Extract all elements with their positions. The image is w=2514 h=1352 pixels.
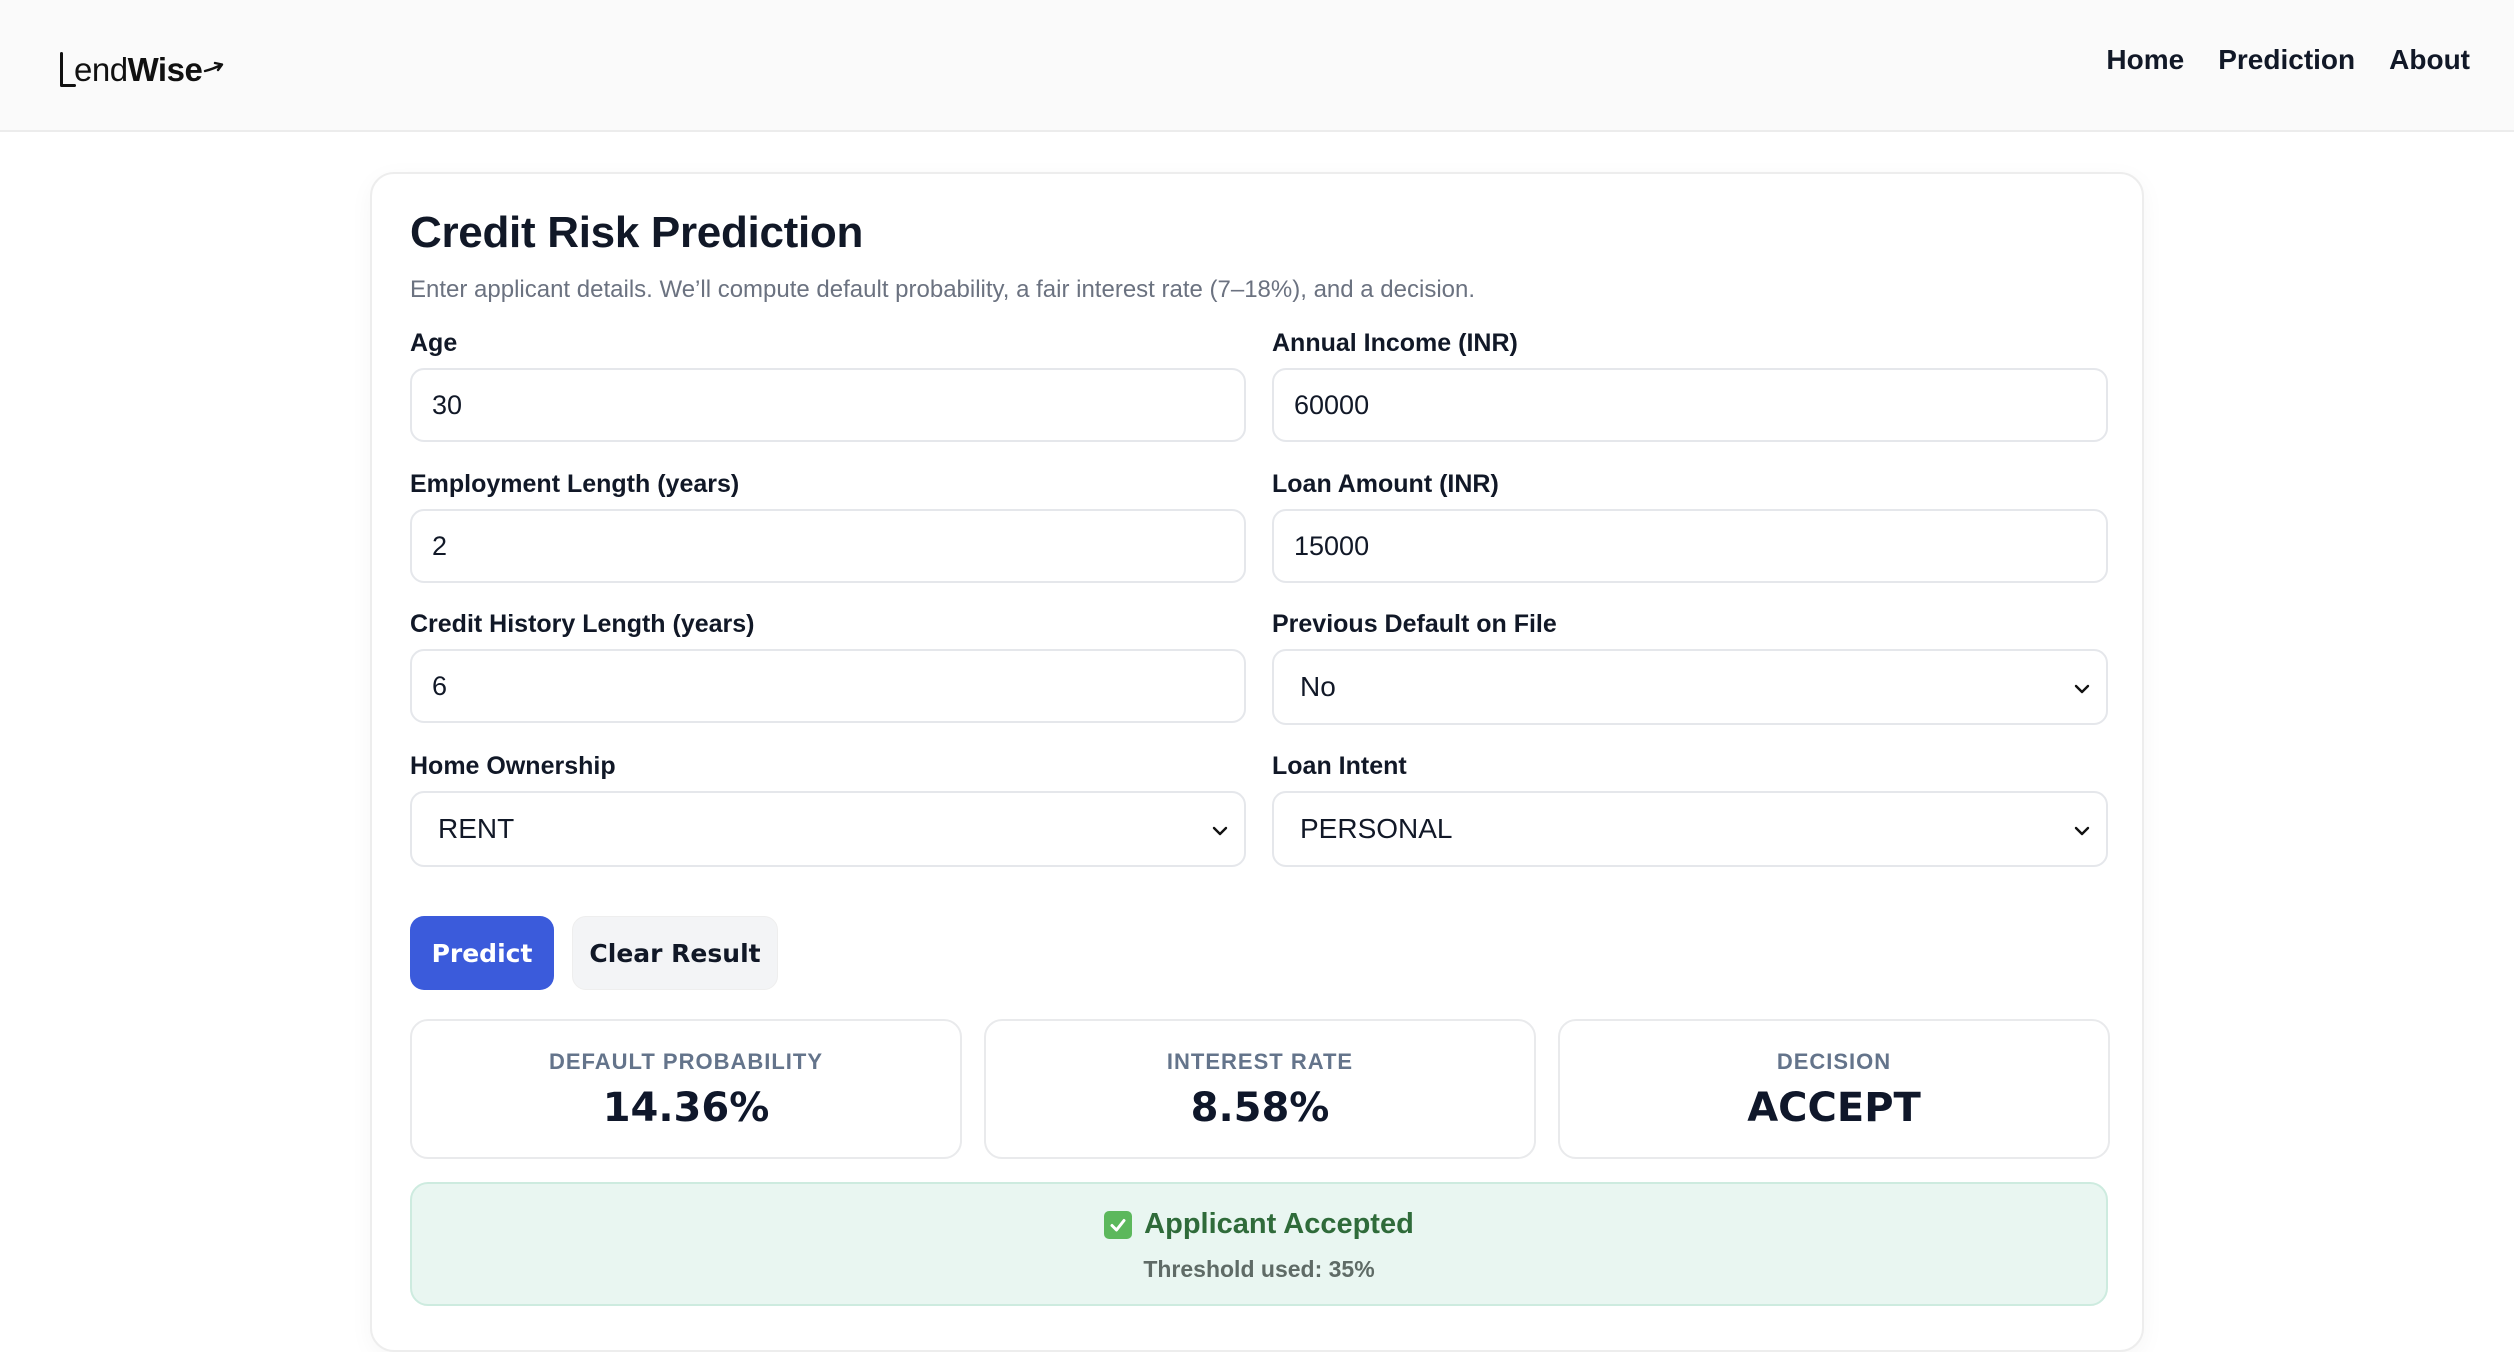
main-nav: Home Prediction About bbox=[2106, 44, 2470, 76]
default-probability-label: DEFAULT PROBABILITY bbox=[548, 1049, 824, 1074]
loan-amount-value: 15000 bbox=[1294, 530, 1370, 561]
employment-length-input[interactable]: 2 bbox=[410, 509, 1246, 583]
age-value: 30 bbox=[432, 389, 463, 420]
annual-income-field-group: Annual Income (INR) 60000 bbox=[1272, 328, 2108, 442]
decision-label: DECISION bbox=[1776, 1049, 1892, 1074]
home-ownership-field-group: Home Ownership RENT bbox=[410, 751, 1246, 867]
nav-home[interactable]: Home bbox=[2106, 44, 2184, 76]
threshold-text: Threshold used: 35% bbox=[1143, 1256, 1375, 1282]
interest-rate-label: INTEREST RATE bbox=[1166, 1049, 1354, 1074]
credit-history-input[interactable]: 6 bbox=[410, 649, 1246, 723]
lendwise-logo-icon bbox=[56, 50, 76, 90]
age-input[interactable]: 30 bbox=[410, 368, 1246, 442]
decision-banner: Applicant Accepted Threshold used: 35% bbox=[410, 1182, 2108, 1306]
age-label: Age bbox=[410, 329, 458, 357]
prediction-card: Credit Risk Prediction Enter applicant d… bbox=[370, 172, 2144, 1352]
decision-value: ACCEPT bbox=[1747, 1085, 1921, 1131]
employment-length-field-group: Employment Length (years) 2 bbox=[410, 469, 1246, 583]
interest-rate-card: INTEREST RATE 8.58% bbox=[984, 1019, 1536, 1159]
decision-banner-heading: Applicant Accepted bbox=[412, 1208, 2106, 1241]
default-probability-value: 14.36% bbox=[602, 1085, 770, 1131]
chevron-down-icon bbox=[2074, 826, 2090, 836]
check-icon bbox=[1104, 1210, 1133, 1239]
brand-prefix: end bbox=[74, 51, 128, 88]
previous-default-value: No bbox=[1300, 671, 1336, 702]
annual-income-input[interactable]: 60000 bbox=[1272, 368, 2108, 442]
loan-intent-value: PERSONAL bbox=[1300, 813, 1453, 844]
page-title: Credit Risk Prediction bbox=[410, 208, 864, 257]
previous-default-field-group: Previous Default on File No bbox=[1272, 609, 2108, 725]
clear-result-button[interactable]: Clear Result bbox=[572, 916, 778, 990]
age-field-group: Age 30 bbox=[410, 328, 1246, 442]
credit-history-value: 6 bbox=[432, 670, 448, 701]
default-probability-card: DEFAULT PROBABILITY 14.36% bbox=[410, 1019, 962, 1159]
decision-banner-title: Applicant Accepted bbox=[1144, 1208, 1414, 1240]
nav-prediction[interactable]: Prediction bbox=[2218, 44, 2355, 76]
chevron-down-icon bbox=[2074, 684, 2090, 694]
arrow-right-icon bbox=[204, 61, 224, 73]
decision-card: DECISION ACCEPT bbox=[1558, 1019, 2110, 1159]
previous-default-label: Previous Default on File bbox=[1272, 610, 1557, 638]
loan-intent-field-group: Loan Intent PERSONAL bbox=[1272, 751, 2108, 867]
previous-default-select[interactable]: No bbox=[1272, 649, 2108, 725]
interest-rate-value: 8.58% bbox=[1190, 1085, 1330, 1131]
loan-amount-field-group: Loan Amount (INR) 15000 bbox=[1272, 469, 2108, 583]
top-navbar: end Wise Home Prediction About bbox=[0, 0, 2514, 132]
credit-history-label: Credit History Length (years) bbox=[410, 610, 755, 638]
home-ownership-value: RENT bbox=[438, 813, 515, 844]
employment-length-value: 2 bbox=[432, 530, 448, 561]
brand-suffix: Wise bbox=[127, 51, 203, 88]
brand-logo[interactable]: end Wise bbox=[56, 46, 225, 90]
home-ownership-select[interactable]: RENT bbox=[410, 791, 1246, 867]
predict-button[interactable]: Predict bbox=[410, 916, 554, 990]
credit-history-field-group: Credit History Length (years) 6 bbox=[410, 609, 1246, 723]
annual-income-value: 60000 bbox=[1294, 389, 1370, 420]
chevron-down-icon bbox=[1212, 826, 1228, 836]
loan-amount-input[interactable]: 15000 bbox=[1272, 509, 2108, 583]
annual-income-label: Annual Income (INR) bbox=[1272, 329, 1518, 357]
nav-about[interactable]: About bbox=[2389, 44, 2470, 76]
page-subtitle: Enter applicant details. We’ll compute d… bbox=[410, 276, 1476, 303]
home-ownership-label: Home Ownership bbox=[410, 752, 616, 780]
loan-amount-label: Loan Amount (INR) bbox=[1272, 470, 1499, 498]
loan-intent-select[interactable]: PERSONAL bbox=[1272, 791, 2108, 867]
loan-intent-label: Loan Intent bbox=[1272, 752, 1407, 780]
employment-length-label: Employment Length (years) bbox=[410, 470, 740, 498]
